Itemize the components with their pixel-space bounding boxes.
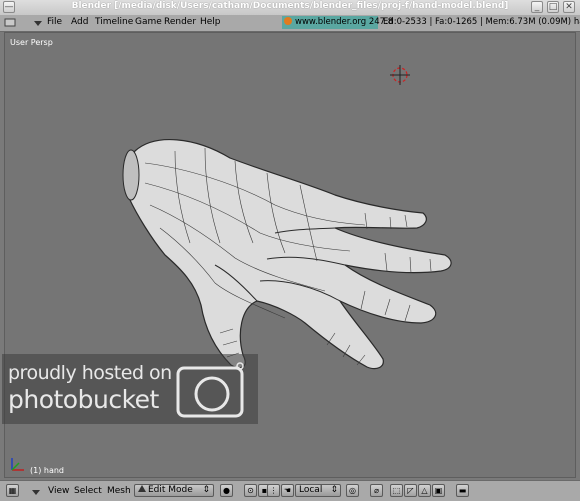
menu-mesh[interactable]: Mesh <box>107 486 131 496</box>
edge-select-icon[interactable]: ◸ <box>404 484 417 497</box>
scene-stats: Ed:0-2533 | Fa:0-1265 | Mem:6.73M (0.09M… <box>383 17 580 27</box>
menu-file[interactable]: File <box>47 17 62 27</box>
watermark-line1: proudly hosted on <box>8 362 172 384</box>
snap-icon[interactable]: ⌀ <box>370 484 383 497</box>
hand-transform-icon[interactable]: ☚ <box>281 484 294 497</box>
axis-gizmo-icon <box>8 456 28 477</box>
close-icon[interactable]: ✕ <box>563 1 575 13</box>
menu-help[interactable]: Help <box>200 17 221 27</box>
orientation-label: Local <box>299 485 323 495</box>
edit-mode-icon <box>138 485 146 492</box>
proportional-edit-icon[interactable]: ◎ <box>346 484 359 497</box>
menu-game[interactable]: Game <box>135 17 162 27</box>
orientation-selector[interactable]: Local ⇕ <box>295 484 341 497</box>
maximize-icon[interactable]: □ <box>547 1 559 13</box>
editor-type-icon[interactable] <box>4 17 16 28</box>
minimize-icon[interactable]: _ <box>531 1 543 13</box>
watermark-line2: photobucket <box>8 385 159 414</box>
window-title: Blender [/media/disk/Users/catham/Docume… <box>71 1 509 11</box>
draw-type-icon[interactable]: ● <box>220 484 233 497</box>
menu-select[interactable]: Select <box>74 486 102 496</box>
menu-render[interactable]: Render <box>164 17 196 27</box>
info-link-text: www.blender.org 247.8 <box>295 17 394 27</box>
pivot-icon[interactable]: ⊙ <box>244 484 257 497</box>
orientation-dropdown-icon: ⇕ <box>330 485 338 495</box>
active-object-label: (1) hand <box>30 466 64 475</box>
dropdown-arrow-icon: ⇕ <box>202 485 210 495</box>
mode-label: Edit Mode <box>148 485 193 495</box>
info-window-icon <box>4 18 16 27</box>
blender-info-link[interactable]: www.blender.org 247.8 <box>282 16 393 29</box>
viewport-header: ▦ View Select Mesh Edit Mode ⇕ ● ⊙ ▪ ⋮ ☚… <box>0 480 580 501</box>
hand-mesh[interactable] <box>122 139 452 370</box>
3d-cursor-icon[interactable] <box>390 65 410 85</box>
view-label: User Persp <box>10 38 53 47</box>
menu-view[interactable]: View <box>48 486 69 496</box>
main-menubar: File Add Timeline Game Render Help www.b… <box>0 15 580 32</box>
header-collapse-icon[interactable] <box>32 489 40 499</box>
manipulator-icon[interactable]: ⋮ <box>267 484 280 497</box>
window-titlebar[interactable]: — Blender [/media/disk/Users/catham/Docu… <box>0 0 580 16</box>
editor-type-3dview-icon[interactable]: ▦ <box>6 484 19 497</box>
occlude-geometry-icon[interactable]: ▣ <box>432 484 445 497</box>
face-select-icon[interactable]: △ <box>418 484 431 497</box>
render-preview-icon[interactable]: ▬ <box>456 484 469 497</box>
menu-timeline[interactable]: Timeline <box>95 17 133 27</box>
vertex-select-icon[interactable]: ⬚ <box>390 484 403 497</box>
menu-collapse-icon[interactable] <box>34 20 42 30</box>
menu-add[interactable]: Add <box>71 17 88 27</box>
blender-logo-icon <box>284 17 292 25</box>
mode-selector[interactable]: Edit Mode ⇕ <box>134 484 214 497</box>
camera-logo-icon <box>176 362 246 423</box>
